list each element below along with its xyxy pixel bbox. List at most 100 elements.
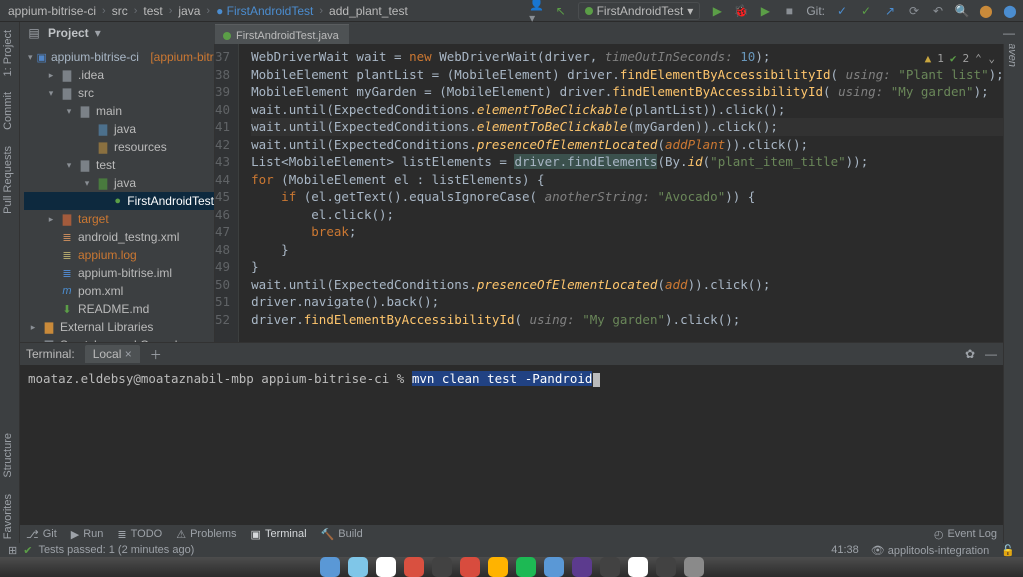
crumb-project[interactable]: appium-bitrise-ci — [6, 4, 98, 18]
tab-pull-requests[interactable]: Pull Requests — [0, 138, 16, 222]
avatar-icon[interactable]: ⬤ — [1003, 4, 1017, 18]
right-tool-strip: Maven — [1003, 22, 1023, 557]
tree-iml[interactable]: ≣appium-bitrise.iml — [24, 264, 214, 282]
chevron-right-icon: › — [169, 5, 173, 17]
vcs-push-icon[interactable]: ↗ — [883, 4, 897, 18]
dock-app[interactable] — [488, 557, 508, 577]
hide-icon[interactable]: — — [985, 347, 997, 361]
project-tree[interactable]: ▾▣appium-bitrise-ci [appium-bitrise] ~/a… — [20, 44, 214, 342]
hammer-icon[interactable]: ↖ — [554, 4, 568, 18]
chevron-down-icon: ▾ — [687, 4, 693, 18]
add-config-icon[interactable]: 👤▾ — [530, 4, 544, 18]
dock-app[interactable] — [460, 557, 480, 577]
terminal-title: Terminal: — [26, 347, 75, 361]
code-view[interactable]: WebDriverWait wait = new WebDriverWait(d… — [239, 44, 1003, 342]
vcs-history-icon[interactable]: ⟳ — [907, 4, 921, 18]
terminal-tabbar: Terminal: Local × ＋ ✿ — — [20, 343, 1003, 365]
tree-test[interactable]: ▾▇test — [24, 156, 214, 174]
editor-body[interactable]: ▲1 ✔2 ⌃ ⌄ 373839404142434445464748495051… — [215, 44, 1003, 342]
tab-event-log[interactable]: ◴ Event Log — [934, 528, 997, 541]
tab-git[interactable]: ⎇ Git — [26, 528, 57, 541]
left-tool-strip: 1: Project Commit Pull Requests Structur… — [0, 22, 20, 557]
tab-run[interactable]: ▶ Run — [71, 528, 104, 541]
debug-button[interactable]: 🐞 — [734, 4, 748, 18]
dock-app[interactable] — [376, 557, 396, 577]
run-config-label: FirstAndroidTest — [597, 4, 684, 18]
coverage-button[interactable]: ▶ — [758, 4, 772, 18]
inspections-widget[interactable]: ▲1 ✔2 ⌃ ⌄ — [925, 50, 995, 68]
search-icon[interactable]: 🔍 — [955, 4, 969, 18]
chevron-right-icon: › — [102, 5, 106, 17]
tree-first-android-test[interactable]: ●FirstAndroidTest — [24, 192, 214, 210]
dock-app[interactable] — [320, 557, 340, 577]
tab-favorites[interactable]: Favorites — [0, 486, 16, 547]
terminal-panel: Terminal: Local × ＋ ✿ — moataz.eldebsy@m… — [20, 342, 1003, 521]
terminal-body[interactable]: moataz.eldebsy@moataznabil-mbp appium-bi… — [20, 365, 1003, 393]
dock-app[interactable] — [684, 557, 704, 577]
run-button[interactable]: ▶ — [710, 4, 724, 18]
run-icon — [585, 7, 593, 15]
plugin-badge[interactable]: 👁 applitools-integration — [871, 544, 990, 557]
tree-testng-xml[interactable]: ≣android_testng.xml — [24, 228, 214, 246]
caret-position[interactable]: 41:38 — [831, 544, 859, 556]
tree-target[interactable]: ▸▇target — [24, 210, 214, 228]
tree-main-java[interactable]: ▇java — [24, 120, 214, 138]
terminal-tab-local[interactable]: Local × — [85, 345, 140, 363]
breadcrumb-bar: appium-bitrise-ci › src › test › java › … — [0, 0, 1023, 22]
run-config-dropdown[interactable]: FirstAndroidTest ▾ — [578, 2, 701, 20]
dock-app[interactable] — [348, 557, 368, 577]
crumb-java[interactable]: java — [176, 4, 202, 18]
vcs-commit-icon[interactable]: ✓ — [859, 4, 873, 18]
dock-app[interactable] — [628, 557, 648, 577]
tree-main[interactable]: ▾▇main — [24, 102, 214, 120]
tree-resources[interactable]: ▇resources — [24, 138, 214, 156]
tree-readme[interactable]: ⬇README.md — [24, 300, 214, 318]
tree-external-libs[interactable]: ▸▇External Libraries — [24, 318, 214, 336]
tab-todo[interactable]: ≣ TODO — [117, 528, 162, 541]
vcs-update-icon[interactable]: ✓ — [835, 4, 849, 18]
editor-area: FirstAndroidTest.java ▲1 ✔2 ⌃ ⌄ 37383940… — [215, 22, 1003, 342]
crumb-test[interactable]: test — [141, 4, 164, 18]
tree-idea[interactable]: ▸▇.idea — [24, 66, 214, 84]
tab-build[interactable]: 🔨 Build — [321, 528, 363, 541]
gear-icon[interactable]: ✿ — [965, 347, 975, 361]
tree-root[interactable]: ▾▣appium-bitrise-ci [appium-bitrise] ~/a — [24, 48, 214, 66]
chevron-down-icon[interactable]: ▾ — [95, 26, 101, 40]
vcs-rollback-icon[interactable]: ↶ — [931, 4, 945, 18]
dock-app[interactable] — [656, 557, 676, 577]
tree-pom[interactable]: mpom.xml — [24, 282, 214, 300]
bottom-tool-tabs: ⎇ Git ▶ Run ≣ TODO ⚠ Problems ▣ Terminal… — [20, 525, 1003, 543]
cursor — [593, 373, 600, 387]
tree-test-java[interactable]: ▾▇java — [24, 174, 214, 192]
terminal-new-tab[interactable]: ＋ — [150, 346, 162, 363]
hide-icon[interactable]: — — [1001, 26, 1017, 40]
tab-commit[interactable]: Commit — [0, 84, 16, 138]
ok-icon: ✔ — [950, 50, 957, 68]
terminal-command: mvn clean test -Pandroid — [412, 371, 593, 386]
dock-app[interactable] — [404, 557, 424, 577]
crumb-method[interactable]: add_plant_test — [327, 4, 410, 18]
chevron-icon: ⌃ ⌄ — [975, 50, 995, 68]
dock-app[interactable] — [432, 557, 452, 577]
crumb-class[interactable]: ● FirstAndroidTest — [214, 4, 315, 18]
tree-src[interactable]: ▾▇src — [24, 84, 214, 102]
stop-button[interactable]: ■ — [782, 4, 796, 18]
editor-tab[interactable]: FirstAndroidTest.java — [215, 24, 349, 44]
dock-app[interactable] — [516, 557, 536, 577]
dock-app[interactable] — [544, 557, 564, 577]
tab-terminal[interactable]: ▣ Terminal — [251, 528, 307, 541]
dock-app[interactable] — [572, 557, 592, 577]
tab-structure[interactable]: Structure — [0, 425, 16, 486]
tool-windows-icon[interactable]: ⊞ — [8, 544, 17, 557]
crumb-src[interactable]: src — [110, 4, 130, 18]
tree-appium-log[interactable]: ≣appium.log — [24, 246, 214, 264]
chevron-right-icon: › — [319, 5, 323, 17]
mac-dock — [0, 557, 1023, 577]
tab-project[interactable]: 1: Project — [0, 22, 16, 84]
ide-updates-icon[interactable]: ⬤ — [979, 4, 993, 18]
tab-problems[interactable]: ⚠ Problems — [176, 528, 236, 541]
lock-icon[interactable]: 🔓 — [1001, 544, 1015, 557]
status-tests: Tests passed: 1 (2 minutes ago) — [38, 544, 194, 556]
tests-passed-icon: ✔ — [23, 544, 32, 557]
dock-app[interactable] — [600, 557, 620, 577]
